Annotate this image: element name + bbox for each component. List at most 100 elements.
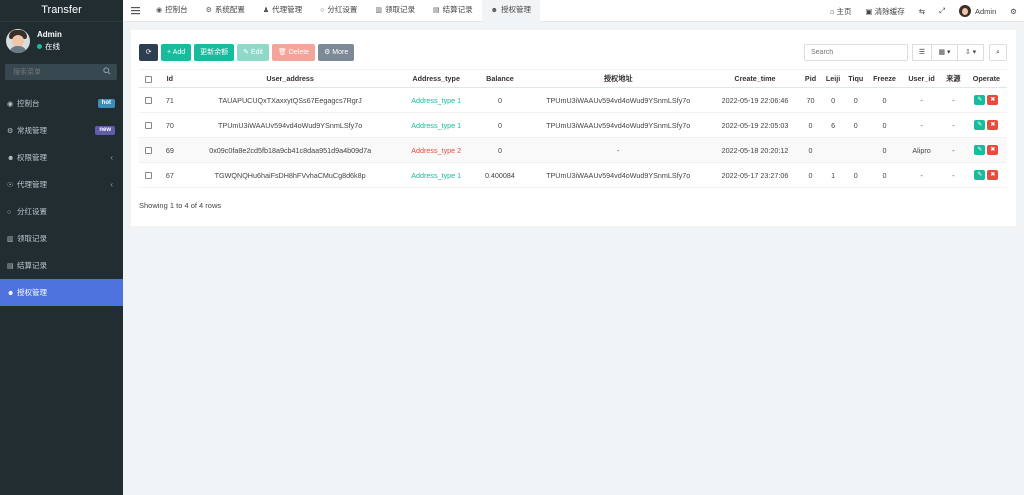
toggle-view-icon[interactable]: ☰ [912,44,932,61]
cell-freeze: 0 [867,112,903,138]
tab-label: 控制台 [165,5,188,14]
column-header[interactable]: User_id [902,69,942,88]
cell-pid: 0 [799,112,822,138]
cell-user-address: TPUmU3iWAAUv594vd4oWud9YSnmLSfy7o [182,112,399,138]
column-header[interactable]: Tiqu [844,69,868,88]
column-header[interactable]: User_address [182,69,399,88]
cell-tiqu: 0 [844,162,868,188]
cell-source: - [941,137,966,163]
sidebar-item-5[interactable]: ▥ 领取记录 [0,225,123,252]
row-delete-icon[interactable]: ✖ [987,170,999,181]
table-row[interactable]: 71 TAUAPUCUQxTXaxxytQSs67Eegagcs7RgrJ Addr… [139,87,1007,113]
nav-tab-0[interactable]: ◉ 控制台 [147,0,197,22]
nav-tab-5[interactable]: ▤ 结算记录 [424,0,482,22]
table-search-input[interactable] [805,45,907,60]
row-edit-icon[interactable]: ✎ [974,120,986,131]
cell-user-id: - [902,87,942,113]
app-brand[interactable]: Transfer [0,0,123,22]
column-header[interactable]: Leiji [821,69,845,88]
column-header[interactable]: Freeze [867,69,903,88]
row-edit-icon[interactable]: ✎ [974,95,986,106]
sidebar-item-7[interactable]: ☻ 授权管理 [0,279,123,306]
column-header[interactable]: Id [157,69,183,88]
nav-tab-6[interactable]: ☻ 授权管理 [481,0,541,22]
menu-toggle-icon[interactable] [131,6,140,15]
sidebar-item-6[interactable]: ▤ 结算记录 [0,252,123,279]
clear-cache-link[interactable]: ▣ 清除缓存 [859,6,912,17]
column-header[interactable]: 来源 [941,69,966,88]
nav-tab-4[interactable]: ▥ 领取记录 [366,0,424,22]
sidebar: Transfer Admin 在线 ◉控制台hot⚙常规管理new☻权限管理‹☉… [0,0,123,495]
row-select-cell [139,87,158,113]
column-header[interactable]: Pid [799,69,822,88]
row-delete-icon[interactable]: ✖ [987,145,999,156]
cell-leiji [821,137,845,163]
nav-tab-3[interactable]: ○ 分红设置 [311,0,366,22]
chevron-left-icon: ‹ [110,180,113,189]
tab-icon: ◉ [156,7,163,14]
nav-tab-1[interactable]: ⚙ 系统配置 [197,0,254,22]
edit-button[interactable]: ✎ Edit [237,44,269,61]
sidebar-item-3[interactable]: ☉ 代理管理 ‹ [0,171,123,198]
cell-address-type[interactable]: Address_type 2 [398,137,475,163]
columns-icon[interactable]: ▦ ▾ [932,44,958,61]
dashboard-icon: ◉ [7,101,14,108]
delete-button[interactable]: 🗑 Delete [271,44,316,61]
table-row[interactable]: 70 TPUmU3iWAAUv594vd4oWud9YSnmLSfy7o Addre… [139,112,1007,138]
cell-leiji: 1 [821,162,845,188]
data-table: Id User_address Address_type Balance 授权地址 Cre… [139,69,1007,188]
cell-user-id: - [902,112,942,138]
row-edit-icon[interactable]: ✎ [974,170,986,181]
table-row[interactable]: 69 0x09c0fa8e2cd5fb18a9cb41c8daa951d9a4b0… [139,137,1007,163]
sidebar-item-1[interactable]: ⚙ 常规管理 new [0,117,123,144]
home-link[interactable]: ⌂ 主页 [823,6,859,17]
translate-icon[interactable]: ⇆ [912,7,932,16]
fullscreen-icon[interactable]: ⤢ [932,6,952,16]
cogs-icon: ⚙ [7,128,14,135]
trash-icon: ▣ [865,6,875,16]
admin-menu[interactable]: Admin [952,5,1003,17]
nav-tab-2[interactable]: ♟ 代理管理 [254,0,311,22]
sidebar-item-2[interactable]: ☻ 权限管理 ‹ [0,144,123,171]
settings-gear-icon[interactable]: ⚙ [1003,7,1024,16]
column-header[interactable]: Balance [474,69,526,88]
cell-address-type[interactable]: Address_type 1 [398,162,475,188]
users-icon: ☻ [7,290,15,297]
sidebar-search-input[interactable] [5,64,99,80]
column-header[interactable]: Address_type [398,69,475,88]
row-checkbox[interactable] [144,147,152,155]
select-all-checkbox[interactable] [144,75,152,83]
row-delete-icon[interactable]: ✖ [987,120,999,131]
cell-id: 71 [157,87,183,113]
sidebar-item-4[interactable]: ○ 分红设置 [0,198,123,225]
update-balance-button[interactable]: 更新余额 [194,44,235,61]
row-delete-icon[interactable]: ✖ [987,95,999,106]
cell-leiji: 6 [821,112,845,138]
export-icon[interactable]: ⇩ ▾ [958,44,984,61]
sidebar-item-0[interactable]: ◉ 控制台 hot [0,90,123,117]
cell-pid: 0 [799,162,822,188]
table-search [804,44,908,61]
nav-tabs: ◉ 控制台 ⚙ 系统配置 ♟ 代理管理 ○ 分红设置 ▥ 领取记录 ▤ 结算记录 ☻ 授权管理 [147,0,541,22]
cell-user-id: - [902,162,942,188]
cell-auth-address: TPUmU3iWAAUv594vd4oWud9YSnmLSfy7o [525,112,711,138]
row-edit-icon[interactable]: ✎ [974,145,986,156]
column-header[interactable]: 授权地址 [525,69,711,88]
cell-pid: 70 [799,87,822,113]
more-button[interactable]: ⚙ More [318,44,355,61]
cell-address-type[interactable]: Address_type 1 [398,112,475,138]
tab-label: 代理管理 [272,5,303,14]
refresh-button[interactable]: ⟳ [139,44,158,61]
advanced-search-icon[interactable]: ⌕ [989,44,1007,61]
row-checkbox[interactable] [144,122,152,130]
row-checkbox[interactable] [144,97,152,105]
column-header[interactable]: Create_time [710,69,800,88]
cell-address-type[interactable]: Address_type 1 [398,87,475,113]
add-button[interactable]: + Add [161,44,192,61]
cell-user-address: 0x09c0fa8e2cd5fb18a9cb41c8daa951d9a4b09d… [182,137,399,163]
row-checkbox[interactable] [144,172,152,180]
table-row[interactable]: 67 TGWQNQHu6haiFsDH8hFVvhaCMuCg8d6k8p Addr… [139,162,1007,188]
table-header-row: Id User_address Address_type Balance 授权地址 Cre… [139,69,1007,88]
column-header[interactable]: Operate [965,69,1007,88]
search-icon[interactable] [103,67,111,75]
